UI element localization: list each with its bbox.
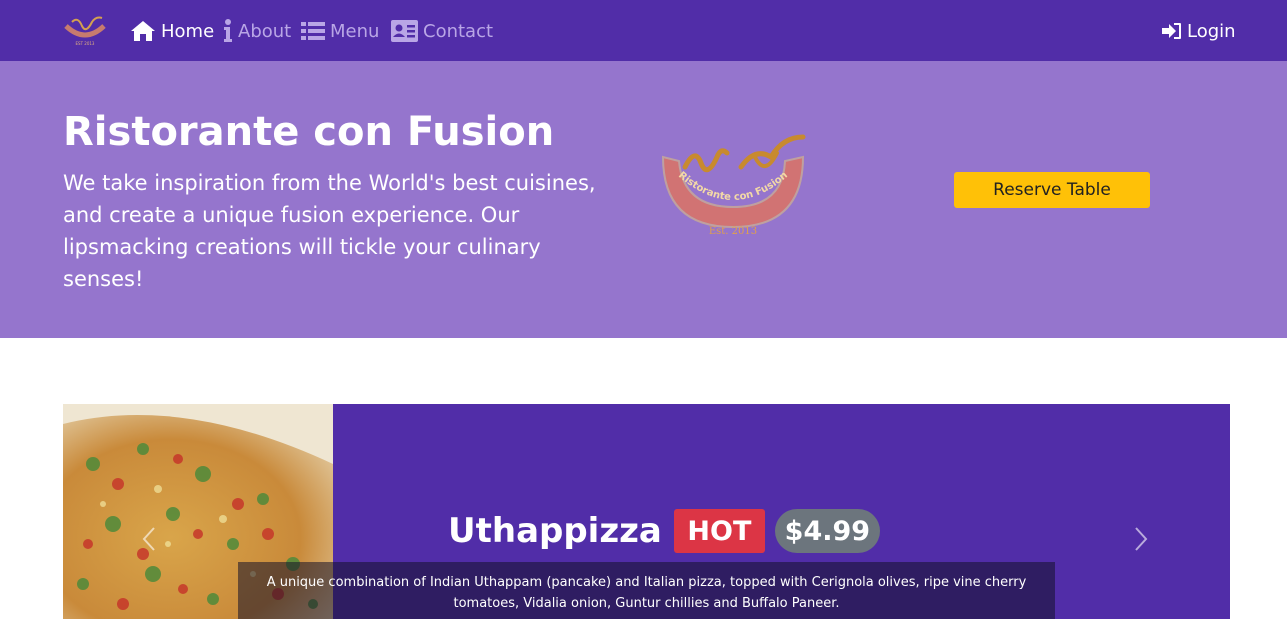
- sign-in-icon: [1162, 22, 1182, 40]
- nav-home[interactable]: Home: [130, 16, 214, 46]
- dish-description: A unique combination of Indian Uthappam …: [238, 562, 1055, 619]
- restaurant-logo: Ristorante con Fusion Est. 2013: [661, 134, 806, 237]
- svg-text:Est. 2013: Est. 2013: [709, 226, 757, 237]
- home-icon: [130, 20, 156, 42]
- dish-name: Uthappizza: [448, 511, 662, 551]
- chevron-left-icon: [142, 527, 155, 551]
- jumbotron-description: We take inspiration from the World's bes…: [63, 171, 596, 291]
- carousel-prev-button[interactable]: [141, 526, 157, 552]
- chevron-right-icon: [1135, 527, 1148, 551]
- page-title: Ristorante con Fusion: [63, 109, 555, 155]
- hot-badge: HOT: [673, 509, 765, 553]
- dish-heading: Uthappizza HOT $4.99: [448, 508, 880, 554]
- login-label: Login: [1187, 20, 1236, 42]
- nav-home-label: Home: [161, 20, 215, 42]
- reserve-table-button[interactable]: Reserve Table: [954, 172, 1150, 208]
- navbar: EST 2013 Home About Menu Contact Login: [0, 0, 1287, 61]
- nav-menu[interactable]: Menu: [301, 16, 379, 46]
- nav-menu-label: Menu: [330, 20, 380, 42]
- jumbotron: Ristorante con Fusion We take inspiratio…: [0, 61, 1287, 338]
- login-button[interactable]: Login: [1162, 16, 1236, 46]
- nav-about[interactable]: About: [223, 16, 291, 46]
- list-icon: [301, 21, 325, 41]
- nav-contact[interactable]: Contact: [391, 16, 493, 46]
- carousel-next-button[interactable]: [1133, 526, 1149, 552]
- svg-text:EST 2013: EST 2013: [76, 41, 95, 46]
- nav-about-label: About: [238, 20, 292, 42]
- price-badge: $4.99: [774, 509, 880, 553]
- brand-logo[interactable]: EST 2013: [62, 14, 108, 48]
- address-card-icon: [391, 20, 418, 42]
- nav-contact-label: Contact: [423, 20, 494, 42]
- carousel: Uthappizza HOT $4.99 A unique combinatio…: [63, 404, 1230, 619]
- info-icon: [223, 19, 233, 43]
